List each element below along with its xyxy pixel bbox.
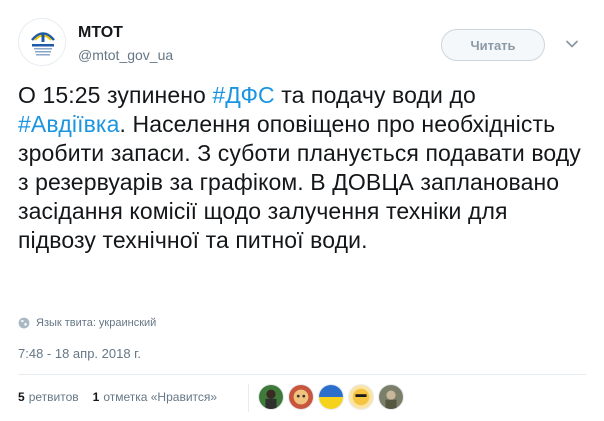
- user-avatar-4[interactable]: [348, 384, 374, 410]
- stats-separator: [248, 384, 249, 412]
- tweet-header: МТОТ @mtot_gov_ua Читать: [18, 18, 586, 70]
- follow-button[interactable]: Читать: [441, 29, 545, 61]
- hashtag-avdiivka[interactable]: #Авдіївка: [18, 111, 120, 137]
- tweet-text: О 15:25 зупинено #ДФС та подачу води до …: [18, 81, 588, 255]
- account-name[interactable]: МТОТ: [78, 24, 123, 42]
- likes-count: 1: [92, 390, 100, 404]
- globe-icon: [18, 317, 30, 329]
- user-avatar-3[interactable]: [318, 384, 344, 410]
- tweet-timestamp[interactable]: 7:48 - 18 апр. 2018 г.: [18, 346, 141, 361]
- user-avatar-1[interactable]: [258, 384, 284, 410]
- user-avatar-5[interactable]: [378, 384, 404, 410]
- hashtag-dfs[interactable]: #ДФС: [212, 82, 274, 108]
- ministry-logo-icon: [20, 20, 65, 65]
- tweet-text-part-2: та подачу води до: [274, 82, 476, 108]
- account-handle[interactable]: @mtot_gov_ua: [78, 47, 173, 63]
- tweet-text-part-1: О 15:25 зупинено: [18, 82, 213, 108]
- retweets-stat[interactable]: 5 ретвитов: [18, 390, 79, 404]
- likes-stat[interactable]: 1 отметка «Нравится»: [93, 390, 217, 404]
- retweets-count: 5: [18, 390, 25, 404]
- likes-label: отметка «Нравится»: [103, 390, 218, 404]
- language-indicator: Язык твита: украинский: [18, 316, 156, 330]
- user-avatar-2[interactable]: [288, 384, 314, 410]
- retweets-label: ретвитов: [28, 390, 79, 404]
- divider: [18, 374, 586, 375]
- chevron-down-icon[interactable]: [563, 35, 581, 53]
- language-label: Язык твита: украинский: [36, 317, 157, 329]
- avatar[interactable]: [18, 18, 66, 66]
- engager-avatars: [258, 384, 408, 412]
- tweet-stats: 5 ретвитов 1 отметка «Нравится»: [18, 389, 217, 405]
